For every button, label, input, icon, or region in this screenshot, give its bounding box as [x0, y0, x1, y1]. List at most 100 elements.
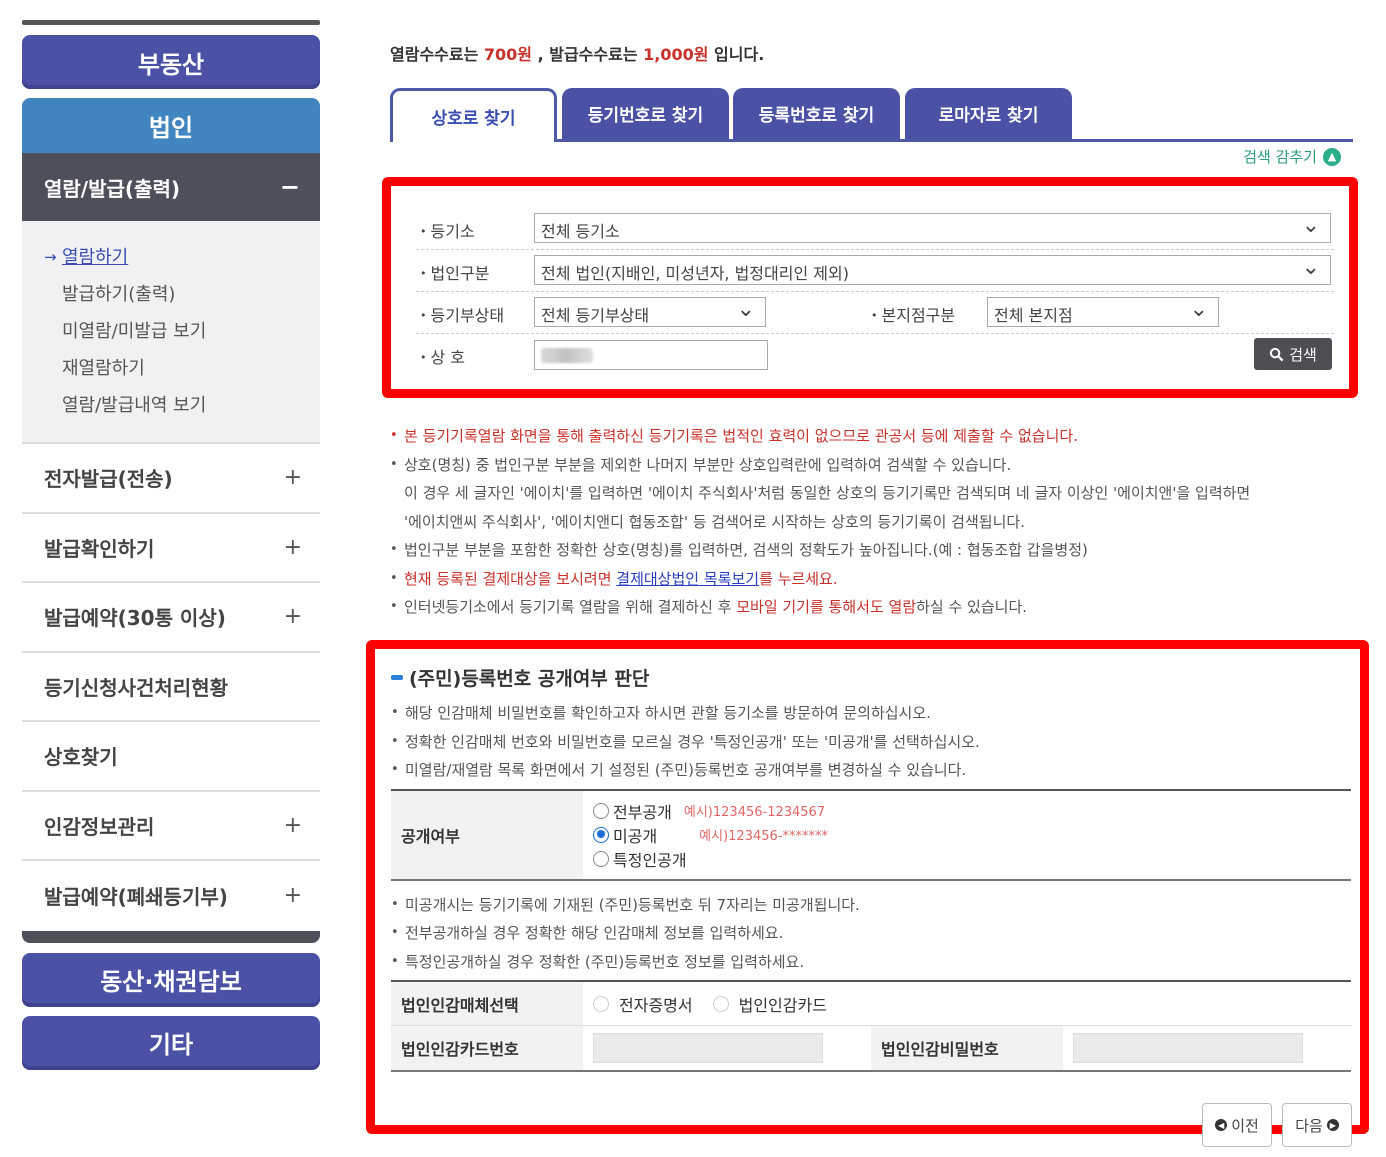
category-corporation-button[interactable]: 법인: [22, 98, 320, 153]
submenu: → 열람하기 발급하기(출력) 미열람/미발급 보기 재열람하기 열람/발급내역…: [22, 221, 320, 444]
status-label: 등기부상태: [420, 302, 505, 326]
search-notes: 본 등기기록열람 화면을 통해 출력하신 등기기록은 법적인 효력이 없으므로 …: [390, 422, 1350, 622]
note-name-input-cont1: 이 경우 세 글자인 '에이치'를 입력하면 '에이치 주식회사'처럼 동일한 …: [404, 484, 1251, 502]
disclosure-note: 정확한 인감매체 번호와 비밀번호를 모르실 경우 '특정인공개' 또는 '미공…: [391, 728, 1353, 757]
category-movables-button[interactable]: 동산·채권담보: [22, 952, 320, 1007]
tab-by-roman[interactable]: 로마자로 찾기: [905, 88, 1072, 139]
disclosure-row: 공개여부 전부공개 예시)123456-1234567 미공개 예시)123456-…: [391, 790, 1351, 879]
radio-e-certificate[interactable]: [593, 995, 609, 1012]
expand-icon[interactable]: +: [284, 465, 302, 490]
note-payment-pre: 현재 등록된 결제대상을 보시려면: [404, 569, 617, 588]
prev-button[interactable]: ◀ 이전: [1202, 1103, 1272, 1147]
card-number-label: 법인인감카드번호: [391, 1026, 583, 1070]
prev-label: 이전: [1231, 1116, 1259, 1135]
media-option-label: 전자증명서: [619, 995, 693, 1015]
media-option-label: 법인인감카드: [738, 995, 827, 1015]
category-real-estate-button[interactable]: 부동산: [22, 35, 320, 89]
blurred-value: [541, 348, 593, 363]
submenu-item-review[interactable]: 재열람하기: [44, 350, 320, 387]
disclosure-section-highlight: (주민)등록번호 공개여부 판단 해당 인감매체 비밀번호를 확인하고자 하시면…: [366, 640, 1369, 1147]
menu-item-closed-reservation[interactable]: 발급예약(폐쇄등기부) +: [22, 861, 320, 931]
submenu-item-label: 열람하기: [62, 247, 129, 268]
submenu-item-issue[interactable]: 발급하기(출력): [44, 276, 320, 313]
expand-icon[interactable]: +: [284, 604, 302, 629]
title-bar-icon: [391, 674, 403, 680]
menu-item-issue-check[interactable]: 발급확인하기 +: [22, 514, 320, 583]
option-label: 미공개: [613, 826, 658, 846]
collapse-icon[interactable]: −: [280, 173, 300, 201]
branch-select[interactable]: 전체 본지점: [987, 297, 1219, 327]
seal-media-options: 전자증명서 법인인감카드: [583, 982, 827, 1025]
menu-item-label: 발급예약(30통 이상): [44, 606, 226, 631]
menu-item-label: 발급예약(폐쇄등기부): [44, 885, 228, 910]
fee-notice: 열람수수료는 700원 , 발급수수료는 1,000원 입니다.: [390, 40, 1355, 70]
menu-item-label: 발급확인하기: [44, 536, 155, 561]
row-registry: 등기소 전체 등기소: [416, 208, 1334, 250]
next-button[interactable]: 다음 ▶: [1282, 1103, 1352, 1147]
status-select[interactable]: 전체 등기부상태: [534, 297, 766, 327]
menu-item-label: 등기신청사건처리현황: [44, 675, 228, 700]
submenu-item-unviewed[interactable]: 미열람/미발급 보기: [44, 313, 320, 350]
note-mobile: 인터넷등기소에서 등기기록 열람을 위해 결제하신 후 모바일 기기를 통해서도…: [390, 593, 1350, 622]
main-content: 열람수수료는 700원 , 발급수수료는 1,000원 입니다. 상호로 찾기 …: [390, 40, 1355, 166]
corp-type-select[interactable]: 전체 법인(지배인, 미성년자, 법정대리인 제외): [534, 255, 1331, 285]
seal-table: 법인인감매체선택 전자증명서 법인인감카드 법인인감카드번호 법인인감비밀번호: [391, 980, 1351, 1072]
search-icon: [1270, 347, 1284, 361]
category-etc-button[interactable]: 기타: [22, 1015, 320, 1070]
sidebar: 부동산 법인 열람/발급(출력) − → 열람하기 발급하기(출력) 미열람/미…: [22, 20, 320, 1079]
menu-item-case-status[interactable]: 등기신청사건처리현황: [22, 653, 320, 722]
chevron-up-icon: ▲: [1323, 147, 1341, 166]
radio-seal-card[interactable]: [712, 995, 729, 1012]
radio-full[interactable]: [593, 802, 609, 819]
name-input[interactable]: [534, 340, 768, 370]
radio-none-selected[interactable]: [593, 826, 609, 843]
menu-item-label: 상호찾기: [44, 745, 118, 770]
search-form: 등기소 전체 등기소 법인구분 전체 법인(지배인, 미성년자, 법정대리인 제…: [416, 208, 1334, 376]
card-password-label: 법인인감비밀번호: [871, 1026, 1063, 1070]
submenu-item-view[interactable]: → 열람하기: [44, 239, 320, 276]
menu-view-issue[interactable]: 열람/발급(출력) −: [22, 153, 320, 221]
chevron-left-icon: ◀: [1215, 1119, 1228, 1131]
registry-label: 등기소: [420, 218, 475, 242]
arrow-right-icon: →: [44, 248, 57, 266]
option-no-disclosure[interactable]: 미공개 예시)123456-*******: [593, 823, 828, 847]
option-full-disclosure[interactable]: 전부공개 예시)123456-1234567: [593, 799, 825, 823]
search-button-label: 검색: [1289, 345, 1317, 364]
row-corp-type: 법인구분 전체 법인(지배인, 미성년자, 법정대리인 제외): [416, 250, 1334, 292]
menu-item-seal-info[interactable]: 인감정보관리 +: [22, 792, 320, 861]
card-password-cell: [1063, 1026, 1303, 1070]
menu-item-issue-reservation[interactable]: 발급예약(30통 이상) +: [22, 583, 320, 653]
chevron-right-icon: ▶: [1326, 1119, 1339, 1131]
tab-by-name[interactable]: 상호로 찾기: [390, 88, 557, 142]
note-legal: 본 등기기록열람 화면을 통해 출력하신 등기기록은 법적인 효력이 없으므로 …: [390, 422, 1350, 451]
fee-mid: , 발급수수료는: [532, 45, 644, 64]
disclosure-section: (주민)등록번호 공개여부 판단 해당 인감매체 비밀번호를 확인하고자 하시면…: [391, 661, 1353, 1072]
note-payment-post: 를 누르세요.: [759, 569, 838, 588]
menu-item-e-issue[interactable]: 전자발급(전송) +: [22, 444, 320, 514]
fee-pre: 열람수수료는: [390, 45, 484, 64]
tab-by-registration-number[interactable]: 등록번호로 찾기: [733, 88, 900, 139]
option-specific-disclosure[interactable]: 특정인공개: [593, 847, 687, 871]
expand-icon[interactable]: +: [284, 535, 302, 560]
expand-icon[interactable]: +: [284, 813, 302, 838]
search-button[interactable]: 검색: [1254, 338, 1332, 370]
fee-post: 입니다.: [708, 45, 765, 64]
seal-media-row: 법인인감매체선택 전자증명서 법인인감카드: [391, 982, 1351, 1026]
disclosure-note: 해당 인감매체 비밀번호를 확인하고자 하시면 관할 등기소를 방문하여 문의하…: [391, 699, 1353, 728]
disclosure-table: 공개여부 전부공개 예시)123456-1234567 미공개 예시)123456-…: [391, 788, 1351, 881]
tab-by-reg-number[interactable]: 등기번호로 찾기: [562, 88, 729, 139]
submenu-item-history[interactable]: 열람/발급내역 보기: [44, 387, 320, 424]
row-name: 상 호 검색: [416, 334, 1334, 376]
note-mobile-red: 모바일 기기를 통해서도 열람: [736, 598, 917, 616]
card-password-input[interactable]: [1073, 1033, 1303, 1063]
menu-item-name-search[interactable]: 상호찾기: [22, 722, 320, 792]
search-form-highlight: 등기소 전체 등기소 법인구분 전체 법인(지배인, 미성년자, 법정대리인 제…: [382, 177, 1358, 398]
card-number-input[interactable]: [593, 1033, 823, 1063]
disclosure-notes: 해당 인감매체 비밀번호를 확인하고자 하시면 관할 등기소를 방문하여 문의하…: [391, 699, 1353, 785]
payment-list-link[interactable]: 결제대상법인 목록보기: [616, 570, 759, 588]
registry-select[interactable]: 전체 등기소: [534, 213, 1331, 243]
corp-type-label: 법인구분: [420, 260, 490, 284]
expand-icon[interactable]: +: [284, 883, 302, 908]
toggle-search-button[interactable]: 검색 감추기 ▲: [1243, 146, 1341, 167]
radio-specific[interactable]: [593, 850, 609, 867]
